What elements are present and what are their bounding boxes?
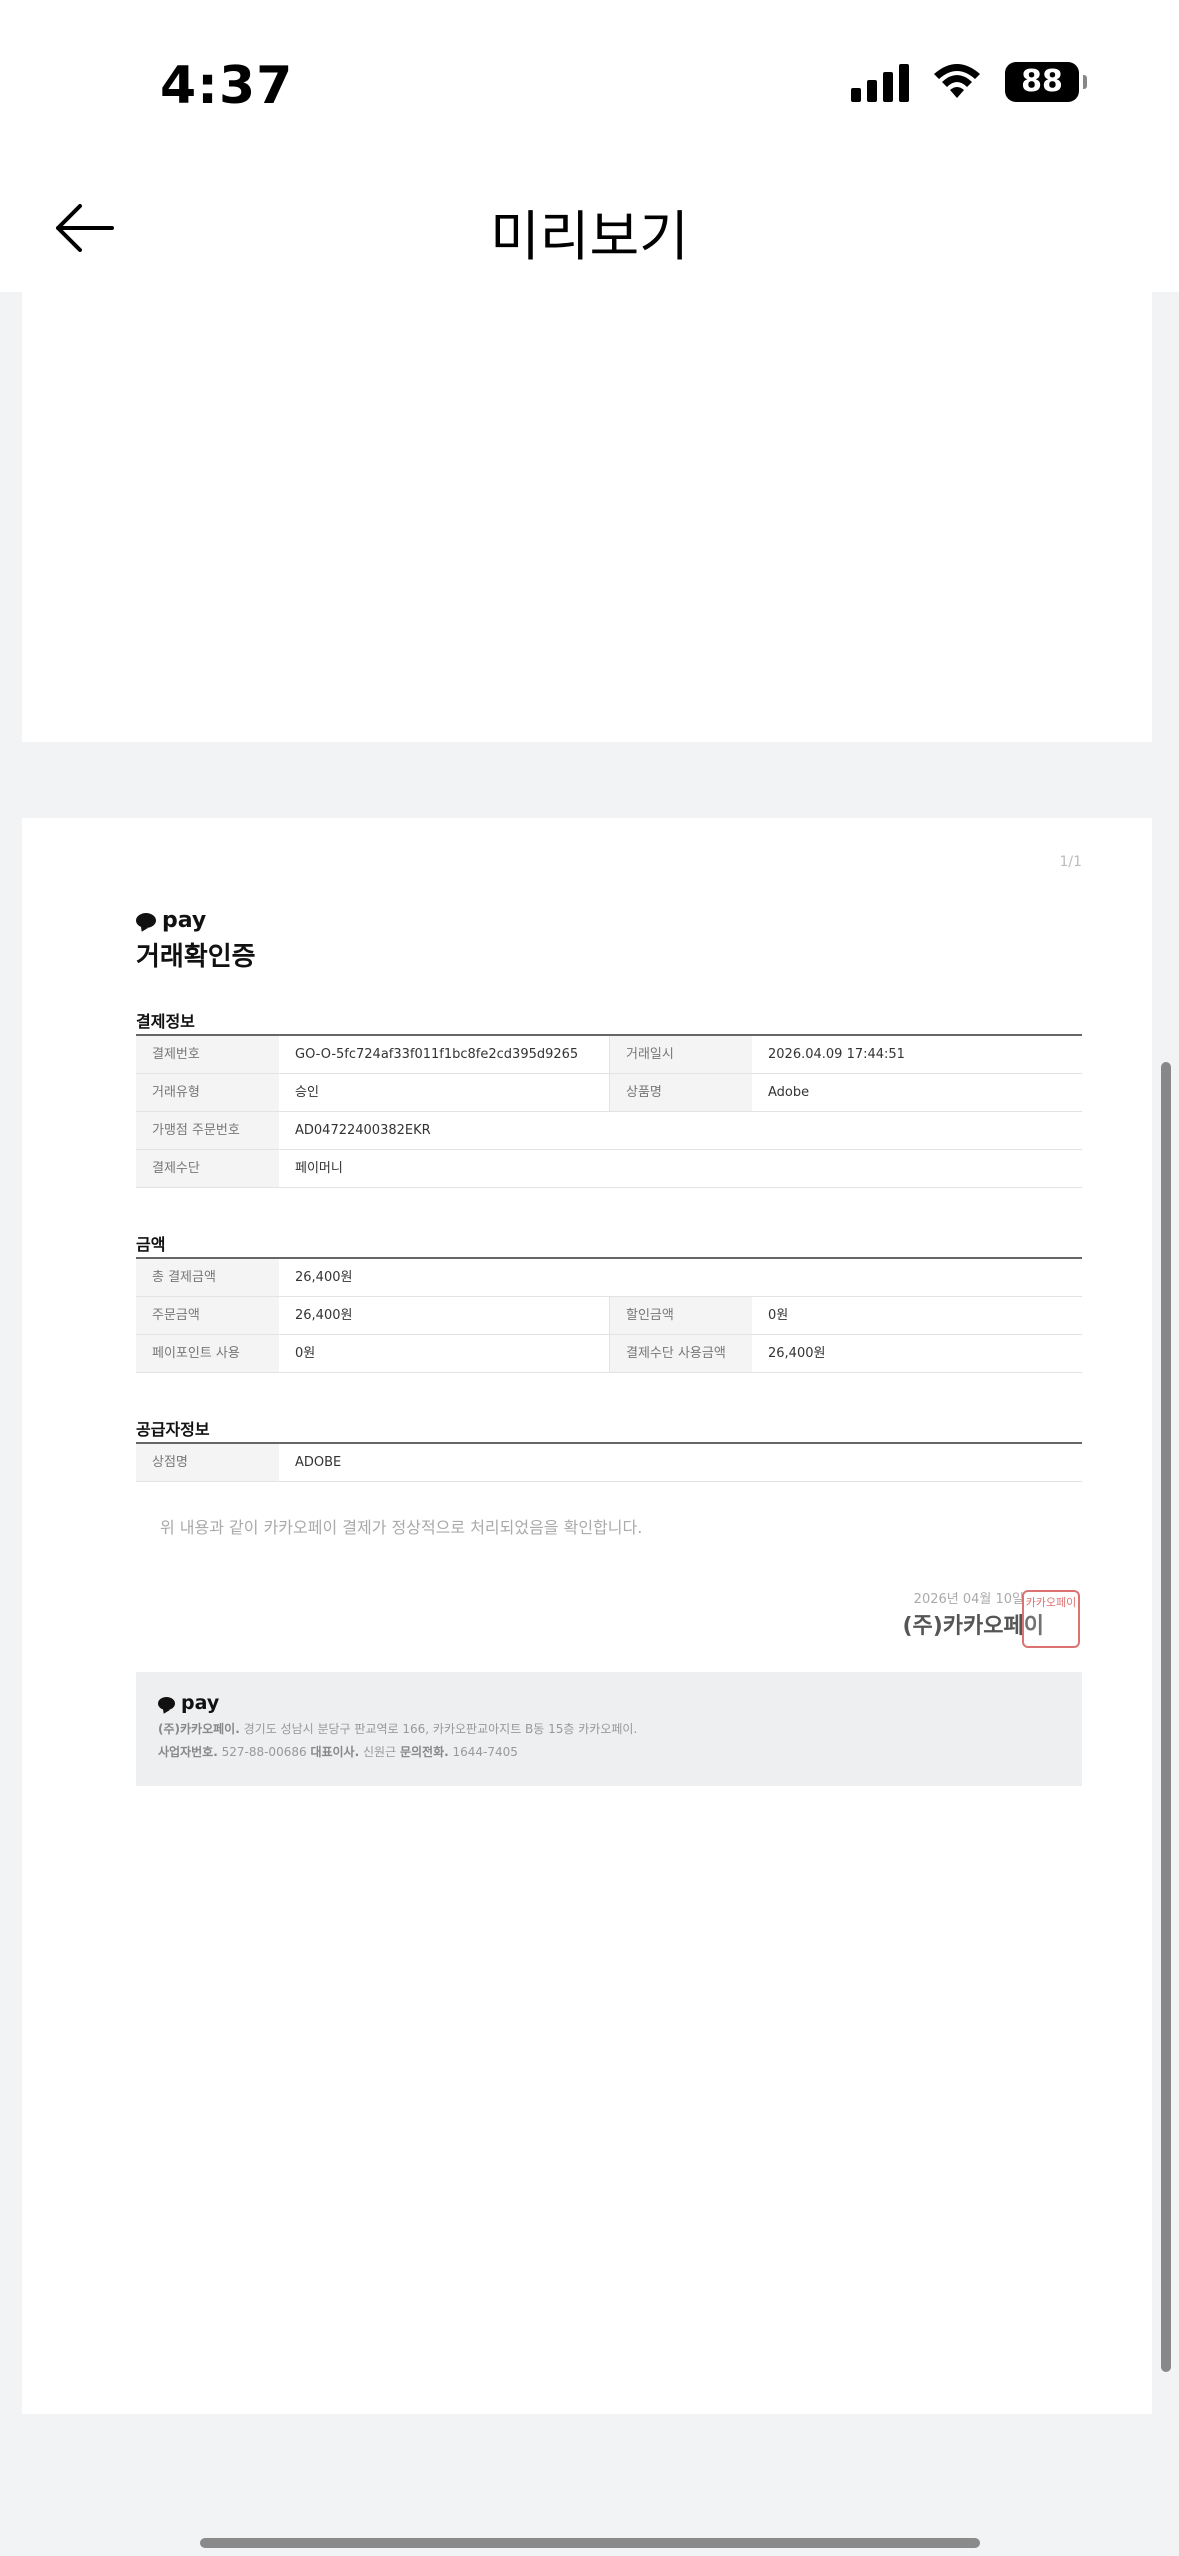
row-label: 주문금액 [136,1297,279,1334]
company-seal-stamp: 카카오페이 [1022,1590,1080,1648]
row-value: 26,400원 [768,1346,826,1361]
footer-company: (주)카카오페이. [158,1722,240,1736]
row-value: Adobe [768,1085,810,1100]
footer-address-text: 경기도 성남시 분당구 판교역로 166, 카카오판교아지트 B동 15층 카카… [243,1722,638,1736]
row-label: 결제수단 사용금액 [609,1335,752,1372]
supplier-section: 공급자정보 상점명 ADOBE [136,1416,1082,1482]
status-icons: 88 [851,62,1087,102]
page-title: 미리보기 [490,205,689,268]
battery-icon: 88 [1005,62,1087,102]
payment-info-table: 결제번호 GO-O-5fc724af33f011f1bc8fe2cd395d92… [136,1034,1082,1188]
row-value: 0원 [768,1308,789,1323]
row-value: AD04722400382EKR [295,1123,431,1138]
contact-phone: 1644-7405 [452,1745,518,1759]
top-bar: 4:37 88 미리보기 [0,0,1179,292]
pay-logo-text: pay [162,908,207,933]
pay-logo: pay [136,908,206,933]
section-title: 공급자정보 [136,1420,210,1439]
footer-pay-logo: pay [158,1692,1060,1714]
row-value: 승인 [295,1085,319,1100]
issue-date: 2026년 04월 10일 [913,1592,1024,1607]
table-row: 총 결제금액 26,400원 [136,1259,1082,1297]
business-number: 527-88-00686 [221,1745,307,1759]
receipt-page: 1/1 pay 거래확인증 결제정보 결제번호 GO-O-5fc724af33f… [22,818,1152,2414]
row-label: 거래일시 [609,1036,752,1073]
row-label: 총 결제금액 [136,1259,279,1296]
row-label: 상품명 [609,1074,752,1111]
confirmation-text: 위 내용과 같이 카카오페이 결제가 정상적으로 처리되었음을 확인합니다. [160,1518,643,1537]
speech-bubble-icon [158,1696,175,1710]
row-label: 결제번호 [136,1036,279,1073]
table-row: 상점명 ADOBE [136,1444,1082,1482]
row-label: 거래유형 [136,1074,279,1111]
table-row: 결제번호 GO-O-5fc724af33f011f1bc8fe2cd395d92… [136,1036,1082,1074]
footer-address: (주)카카오페이. 경기도 성남시 분당구 판교역로 166, 카카오판교아지트… [158,1720,1060,1737]
row-label: 상점명 [136,1444,279,1481]
row-label: 페이포인트 사용 [136,1335,279,1372]
table-row: 거래유형 승인 상품명 Adobe [136,1074,1082,1112]
pay-logo-text: pay [181,1692,220,1714]
table-row: 결제수단 페이머니 [136,1150,1082,1188]
table-row: 가맹점 주문번호 AD04722400382EKR [136,1112,1082,1150]
footer-label: 대표이사. [310,1745,360,1759]
row-value: 2026.04.09 17:44:51 [768,1047,905,1062]
wifi-icon [934,64,980,98]
row-label: 할인금액 [609,1297,752,1334]
previous-page [22,292,1152,742]
row-value: ADOBE [295,1455,342,1470]
section-title: 금액 [136,1235,166,1254]
status-time: 4:37 [160,56,294,116]
row-value: GO-O-5fc724af33f011f1bc8fe2cd395d9265 [295,1047,579,1062]
footer-business-info: 사업자번호. 527-88-00686 대표이사. 신원근 문의전화. 1644… [158,1743,1060,1760]
table-row: 페이포인트 사용 0원 결제수단 사용금액 26,400원 [136,1335,1082,1373]
speech-bubble-icon [136,913,156,928]
section-title: 결제정보 [136,1012,195,1031]
row-value: 0원 [295,1346,316,1361]
amount-table: 총 결제금액 26,400원 주문금액 26,400원 할인금액 0원 페이포인… [136,1257,1082,1373]
row-label: 가맹점 주문번호 [136,1112,279,1149]
supplier-table: 상점명 ADOBE [136,1442,1082,1482]
document-title: 거래확인증 [136,942,256,972]
footer-label: 문의전화. [399,1745,449,1759]
vertical-scrollbar[interactable] [1161,1062,1171,2372]
table-row: 주문금액 26,400원 할인금액 0원 [136,1297,1082,1335]
payment-info-section: 결제정보 결제번호 GO-O-5fc724af33f011f1bc8fe2cd3… [136,1008,1082,1188]
row-label: 결제수단 [136,1150,279,1187]
cellular-signal-icon [851,62,909,102]
row-value: 페이머니 [295,1161,343,1176]
page-indicator: 1/1 [1059,854,1082,870]
amount-section: 금액 총 결제금액 26,400원 주문금액 26,400원 할인금액 0원 페… [136,1231,1082,1373]
row-value: 26,400원 [295,1270,353,1285]
receipt-footer: pay (주)카카오페이. 경기도 성남시 분당구 판교역로 166, 카카오판… [136,1672,1082,1786]
footer-label: 사업자번호. [158,1745,218,1759]
row-value: 26,400원 [295,1308,353,1323]
home-indicator[interactable] [200,2538,980,2548]
ceo-name: 신원근 [363,1745,397,1759]
